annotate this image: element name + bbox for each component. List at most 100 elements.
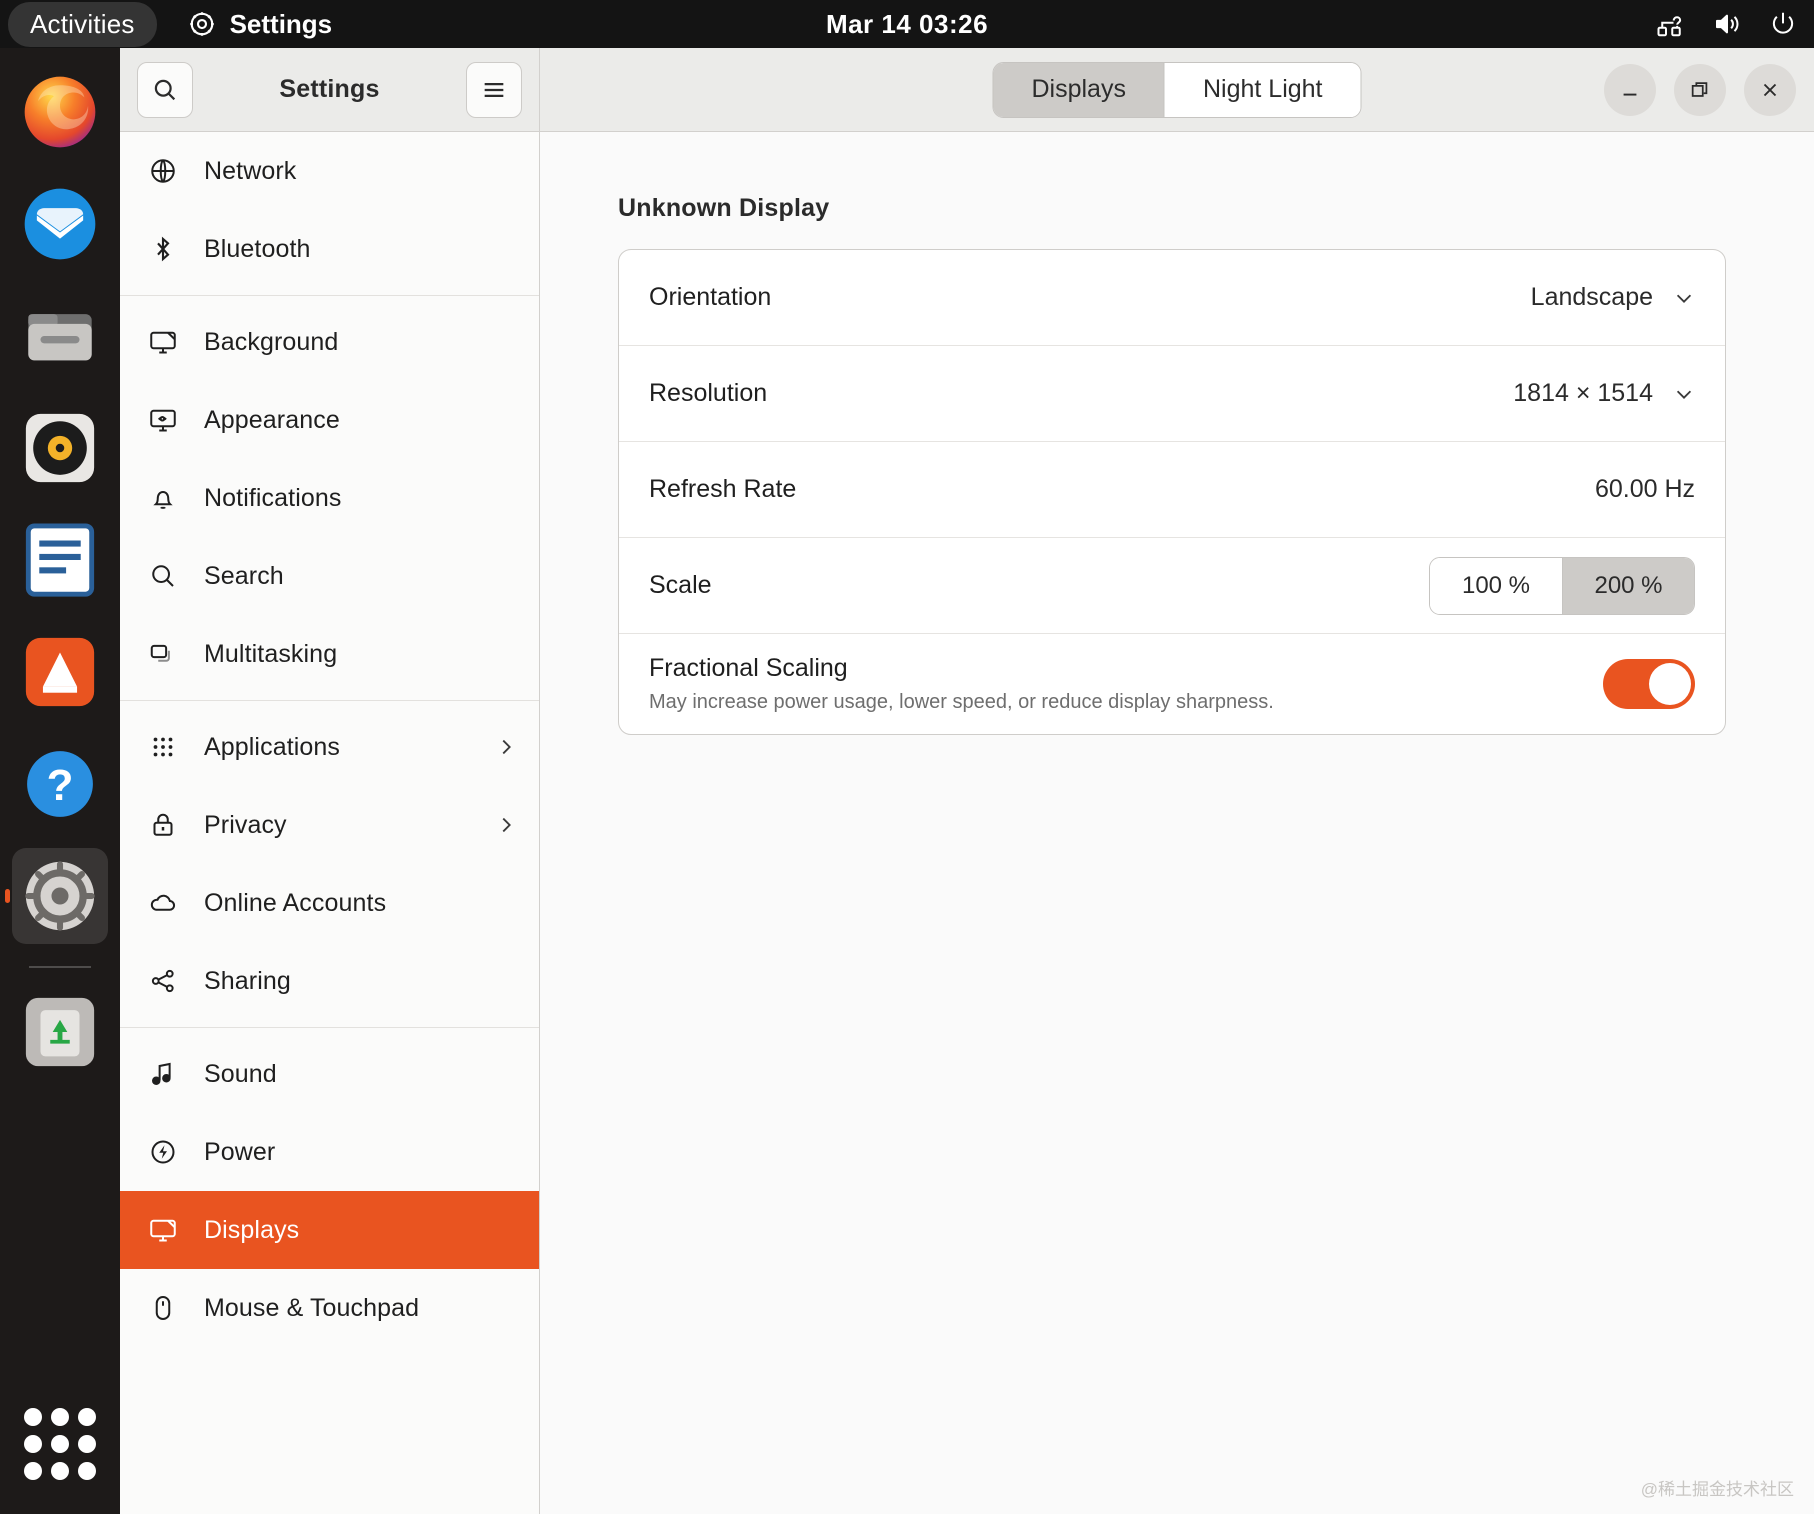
watermark: @稀土掘金技术社区	[1640, 1480, 1794, 1499]
dock-item-files[interactable]	[12, 288, 108, 384]
search-icon	[152, 565, 174, 587]
fractional-scaling-row: Fractional Scaling May increase power us…	[619, 634, 1725, 734]
maximize-button[interactable]	[1674, 63, 1726, 116]
sidebar-item-label: Multitasking	[204, 639, 338, 668]
sidebar-item-label: Sound	[204, 1059, 277, 1088]
resolution-label: Resolution	[649, 379, 768, 407]
sidebar-title: Settings	[279, 75, 380, 103]
lock-icon	[153, 813, 173, 836]
orientation-value: Landscape	[1530, 283, 1653, 311]
sidebar-header: Settings	[120, 48, 540, 131]
status-area[interactable]	[1656, 0, 1798, 48]
volume-icon	[1712, 9, 1742, 39]
header-bar: Settings Displays Night Light	[120, 48, 1814, 132]
sidebar-item-privacy[interactable]: Privacy	[120, 786, 539, 864]
gear-icon	[187, 9, 217, 39]
main-menu-button[interactable]	[466, 61, 522, 118]
sidebar-item-notifications[interactable]: Notifications	[120, 459, 539, 537]
sidebar-item-label: Mouse & Touchpad	[204, 1293, 420, 1322]
tab-night-light[interactable]: Night Light	[1163, 62, 1361, 117]
sidebar-item-label: Search	[204, 561, 284, 590]
dock-item-settings[interactable]	[12, 848, 108, 944]
scale-option-100[interactable]: 100 %	[1430, 557, 1562, 614]
appearance-icon	[150, 409, 176, 432]
sidebar-item-network[interactable]: Network	[120, 132, 539, 210]
dock-separator	[29, 966, 91, 968]
refresh-rate-row[interactable]: Refresh Rate 60.00 Hz	[619, 442, 1725, 538]
libreoffice-writer-icon	[25, 523, 95, 597]
thunderbird-icon	[24, 188, 96, 260]
dock: ?	[0, 48, 120, 1514]
share-icon	[151, 969, 174, 993]
mouse-icon	[155, 1296, 171, 1321]
sidebar-item-sound[interactable]: Sound	[120, 1035, 539, 1113]
dock-item-ubuntu-software[interactable]	[12, 624, 108, 720]
sidebar-item-sharing[interactable]: Sharing	[120, 942, 539, 1020]
network-question-icon	[1656, 9, 1686, 39]
sidebar-item-label: Background	[204, 327, 339, 356]
settings-window: Settings Displays Night Light Network Bl…	[120, 48, 1814, 1514]
displays-icon	[150, 1219, 176, 1242]
content-area: Unknown Display Orientation Landscape Re…	[540, 132, 1814, 1514]
files-icon	[28, 314, 92, 361]
dock-item-firefox[interactable]	[12, 64, 108, 160]
sidebar-separator	[120, 700, 539, 701]
sidebar-item-multitasking[interactable]: Multitasking	[120, 615, 539, 693]
orientation-row[interactable]: Orientation Landscape	[619, 250, 1725, 346]
sidebar-item-label: Power	[204, 1137, 276, 1166]
sidebar-item-label: Displays	[204, 1215, 300, 1244]
dock-item-help[interactable]: ?	[12, 736, 108, 832]
resolution-value: 1814 × 1514	[1513, 379, 1653, 407]
activities-button[interactable]: Activities	[8, 1, 157, 47]
hamburger-menu-icon	[484, 82, 504, 97]
chevron-right-icon	[502, 739, 511, 755]
close-icon	[1763, 83, 1777, 96]
sidebar-item-mouse-touchpad[interactable]: Mouse & Touchpad	[120, 1269, 539, 1347]
sidebar-item-applications[interactable]: Applications	[120, 708, 539, 786]
close-button[interactable]	[1744, 63, 1796, 116]
sidebar-item-online-accounts[interactable]: Online Accounts	[120, 864, 539, 942]
sidebar-item-displays[interactable]: Displays	[120, 1191, 539, 1269]
scale-row: Scale 100 % 200 %	[619, 538, 1725, 634]
top-bar: Activities Settings Mar 14 03:26	[0, 0, 1814, 48]
fractional-scaling-description: May increase power usage, lower speed, o…	[649, 691, 1274, 713]
power-icon	[1768, 9, 1798, 39]
app-menu-button[interactable]: Settings	[187, 8, 333, 40]
dock-item-trash[interactable]	[12, 984, 108, 1080]
sidebar-item-label: Appearance	[204, 405, 340, 434]
help-icon: ?	[27, 751, 93, 817]
refresh-rate-label: Refresh Rate	[649, 475, 797, 503]
svg-text:?: ?	[47, 761, 74, 810]
chevron-right-icon	[502, 817, 511, 833]
sidebar-nav: Network Bluetooth Background Appearance …	[120, 132, 540, 1514]
sidebar-item-search[interactable]: Search	[120, 537, 539, 615]
sidebar-item-background[interactable]: Background	[120, 303, 539, 381]
sidebar-item-appearance[interactable]: Appearance	[120, 381, 539, 459]
fractional-scaling-toggle[interactable]	[1603, 659, 1695, 709]
app-menu-label: Settings	[229, 8, 333, 39]
chevron-down-icon	[1676, 294, 1692, 303]
sidebar-item-bluetooth[interactable]: Bluetooth	[120, 210, 539, 288]
chevron-down-icon	[1676, 390, 1692, 399]
dock-item-libreoffice-writer[interactable]	[12, 512, 108, 608]
search-button[interactable]	[137, 61, 193, 118]
monitor-icon	[150, 331, 176, 354]
display-settings-card: Orientation Landscape Resolution 1814 × …	[618, 249, 1726, 735]
tab-displays[interactable]: Displays	[993, 62, 1164, 117]
scale-option-200[interactable]: 200 %	[1562, 557, 1694, 614]
ubuntu-software-icon	[25, 637, 95, 707]
dock-item-rhythmbox[interactable]	[12, 400, 108, 496]
power-bolt-icon	[151, 1140, 175, 1164]
window-controls	[1604, 63, 1796, 116]
display-name-heading: Unknown Display	[618, 194, 830, 222]
minimize-button[interactable]	[1604, 63, 1656, 116]
resolution-row[interactable]: Resolution 1814 × 1514	[619, 346, 1725, 442]
sidebar-item-power[interactable]: Power	[120, 1113, 539, 1191]
sidebar-item-label: Notifications	[204, 483, 342, 512]
dock-item-thunderbird[interactable]	[12, 176, 108, 272]
fractional-scaling-label: Fractional Scaling	[649, 654, 848, 682]
sidebar-item-label: Applications	[204, 732, 341, 761]
firefox-icon	[24, 76, 96, 148]
globe-icon	[151, 159, 175, 183]
show-applications-button[interactable]	[24, 1408, 96, 1480]
